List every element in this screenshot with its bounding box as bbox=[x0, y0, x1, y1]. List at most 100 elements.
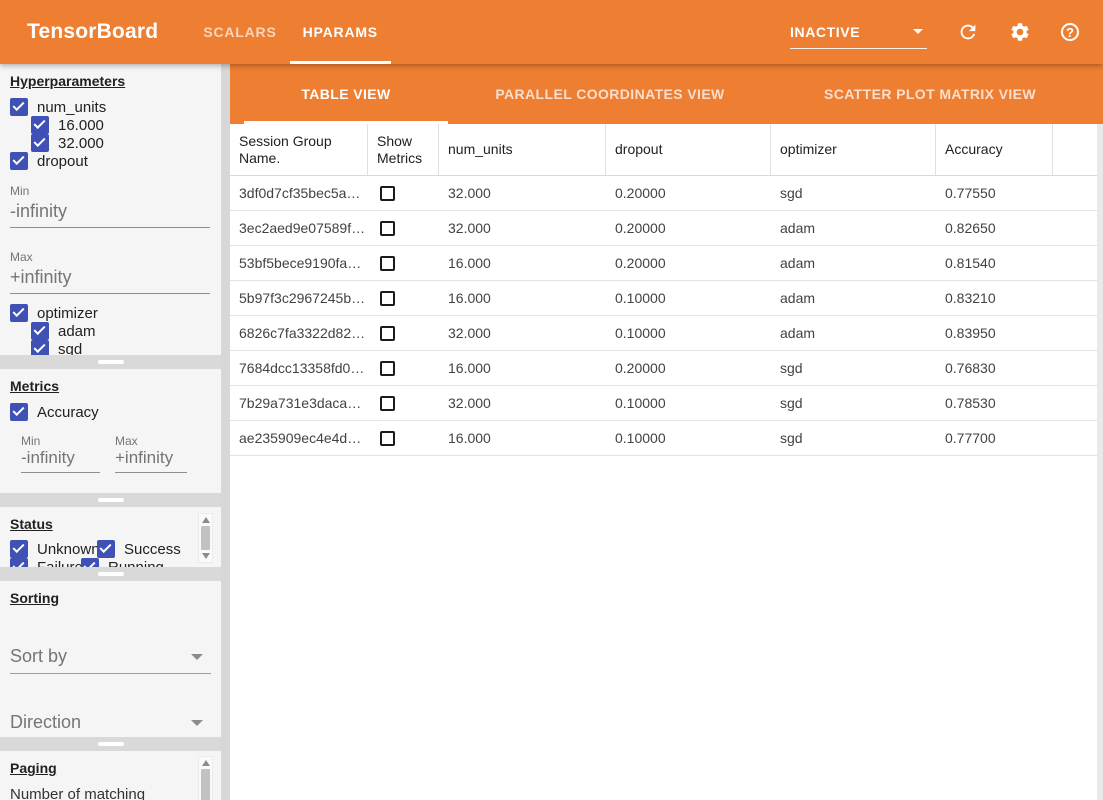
table-row: 7684dcc13358fd0… 16.000 0.20000 sgd 0.76… bbox=[230, 351, 1097, 386]
accuracy-value: 0.76830 bbox=[936, 360, 1053, 376]
status-unknown-label: Unknown bbox=[37, 541, 100, 558]
status-row: Failure Running bbox=[10, 558, 221, 567]
drag-handle[interactable] bbox=[98, 742, 124, 746]
show-metrics-checkbox[interactable] bbox=[380, 291, 395, 306]
paging-panel: Paging Number of matching session groups… bbox=[0, 751, 221, 800]
status-running: Running bbox=[81, 558, 164, 567]
app-logo: TensorBoard bbox=[27, 20, 158, 44]
optimizer-value: adam bbox=[771, 220, 936, 236]
col-show-metrics: Show Metrics bbox=[368, 124, 439, 175]
dropout-value: 0.10000 bbox=[606, 325, 771, 341]
num-units-16-checkbox[interactable] bbox=[31, 116, 49, 134]
scroll-down-icon[interactable] bbox=[202, 553, 210, 559]
show-metrics-checkbox[interactable] bbox=[380, 431, 395, 446]
direction-value: Direction bbox=[10, 712, 81, 733]
refresh-icon[interactable] bbox=[957, 21, 979, 43]
scroll-up-icon[interactable] bbox=[202, 517, 210, 523]
drag-handle[interactable] bbox=[98, 498, 124, 502]
chevron-down-icon bbox=[191, 720, 203, 726]
accuracy-value: 0.82650 bbox=[936, 220, 1053, 236]
dropout-value: 0.10000 bbox=[606, 395, 771, 411]
show-metrics-checkbox[interactable] bbox=[380, 256, 395, 271]
sorting-panel: Sorting Sort by Direction bbox=[0, 581, 221, 737]
status-running-label: Running bbox=[108, 559, 164, 568]
status-unknown-checkbox[interactable] bbox=[10, 540, 28, 558]
drag-handle[interactable] bbox=[98, 360, 124, 364]
num-units-value: 16.000 bbox=[439, 430, 606, 446]
table-row: 7b29a731e3daca… 32.000 0.10000 sgd 0.785… bbox=[230, 386, 1097, 421]
tab-parallel-coordinates-view[interactable]: PARALLEL COORDINATES VIEW bbox=[448, 64, 772, 124]
dropout-label: dropout bbox=[37, 153, 88, 170]
dropout-value: 0.20000 bbox=[606, 185, 771, 201]
direction-select[interactable]: Direction bbox=[10, 712, 211, 737]
status-failure: Failure bbox=[10, 558, 81, 567]
table-row: 3ec2aed9e07589f… 32.000 0.20000 adam 0.8… bbox=[230, 211, 1097, 246]
toolbar-right: INACTIVE ? bbox=[790, 0, 1079, 64]
sort-by-value: Sort by bbox=[10, 646, 67, 667]
panel-resize-divider bbox=[0, 567, 221, 581]
table-row: 53bf5bece9190fa… 16.000 0.20000 adam 0.8… bbox=[230, 246, 1097, 281]
scroll-up-icon[interactable] bbox=[202, 760, 210, 766]
status-panel: Status Unknown Success Failure R bbox=[0, 507, 221, 567]
tab-scalars[interactable]: SCALARS bbox=[190, 0, 289, 64]
col-optimizer: optimizer bbox=[771, 124, 936, 175]
show-metrics-checkbox[interactable] bbox=[380, 186, 395, 201]
col-dropout: dropout bbox=[606, 124, 771, 175]
optimizer-adam-checkbox[interactable] bbox=[31, 322, 49, 340]
scroll-thumb[interactable] bbox=[201, 526, 210, 550]
status-scrollbar[interactable] bbox=[198, 513, 213, 563]
tab-scatter-plot-matrix-view[interactable]: SCATTER PLOT MATRIX VIEW bbox=[772, 64, 1088, 124]
num-units-value: 32.000 bbox=[439, 220, 606, 236]
show-metrics-checkbox[interactable] bbox=[380, 361, 395, 376]
show-metrics-checkbox[interactable] bbox=[380, 221, 395, 236]
optimizer-sgd-checkbox[interactable] bbox=[31, 340, 49, 355]
num-units-value: 16.000 bbox=[439, 255, 606, 271]
optimizer-value: sgd bbox=[771, 360, 936, 376]
help-icon[interactable]: ? bbox=[1061, 23, 1079, 41]
scroll-thumb[interactable] bbox=[201, 769, 210, 800]
num-units-checkbox[interactable] bbox=[10, 98, 28, 116]
session-group-name: 7684dcc13358fd0… bbox=[230, 360, 368, 376]
show-metrics-checkbox[interactable] bbox=[380, 326, 395, 341]
panel-resize-divider bbox=[0, 493, 221, 507]
accuracy-max-input[interactable] bbox=[115, 448, 187, 473]
session-group-name: 5b97f3c2967245b… bbox=[230, 290, 368, 306]
optimizer-label: optimizer bbox=[37, 305, 98, 322]
accuracy-min-field: Min bbox=[21, 434, 100, 473]
col-filler bbox=[1053, 124, 1097, 175]
optimizer-adam-label: adam bbox=[58, 323, 96, 340]
dropout-checkbox[interactable] bbox=[10, 152, 28, 170]
accuracy-checkbox[interactable] bbox=[10, 403, 28, 421]
status-success-label: Success bbox=[124, 541, 181, 558]
status-failure-checkbox[interactable] bbox=[10, 558, 28, 567]
dropout-max-input[interactable] bbox=[10, 267, 210, 294]
accuracy-minmax-row: Min Max bbox=[21, 434, 221, 473]
dropout-min-input[interactable] bbox=[10, 201, 210, 228]
tab-table-view[interactable]: TABLE VIEW bbox=[244, 64, 448, 124]
tab-hparams[interactable]: HPARAMS bbox=[290, 0, 391, 64]
view-tabs: TABLE VIEW PARALLEL COORDINATES VIEW SCA… bbox=[230, 64, 1103, 124]
dropout-value: 0.20000 bbox=[606, 220, 771, 236]
show-metrics-checkbox[interactable] bbox=[380, 396, 395, 411]
paging-scrollbar[interactable] bbox=[198, 756, 213, 800]
sidebar: Hyperparameters num_units 16.000 32.000 … bbox=[0, 64, 230, 800]
col-session-group-name: Session Group Name. bbox=[230, 124, 368, 175]
num-units-32-checkbox[interactable] bbox=[31, 134, 49, 152]
accuracy-min-input[interactable] bbox=[21, 448, 100, 473]
session-group-name: 3df0d7cf35bec5a… bbox=[230, 185, 368, 201]
status-running-checkbox[interactable] bbox=[81, 558, 99, 567]
run-status-select[interactable]: INACTIVE bbox=[790, 24, 927, 49]
num-units-value: 16.000 bbox=[439, 290, 606, 306]
optimizer-value: adam bbox=[771, 325, 936, 341]
num-units-value-row: 16.000 bbox=[31, 116, 221, 134]
sort-by-select[interactable]: Sort by bbox=[10, 646, 211, 674]
drag-handle[interactable] bbox=[98, 572, 124, 576]
optimizer-value-row: sgd bbox=[31, 340, 221, 355]
optimizer-value-row: adam bbox=[31, 322, 221, 340]
status-row: Unknown Success bbox=[10, 540, 221, 558]
optimizer-checkbox[interactable] bbox=[10, 304, 28, 322]
settings-icon[interactable] bbox=[1009, 21, 1031, 43]
hyperparameters-heading: Hyperparameters bbox=[10, 70, 221, 89]
status-success-checkbox[interactable] bbox=[97, 540, 115, 558]
accuracy-max-label: Max bbox=[115, 434, 187, 448]
